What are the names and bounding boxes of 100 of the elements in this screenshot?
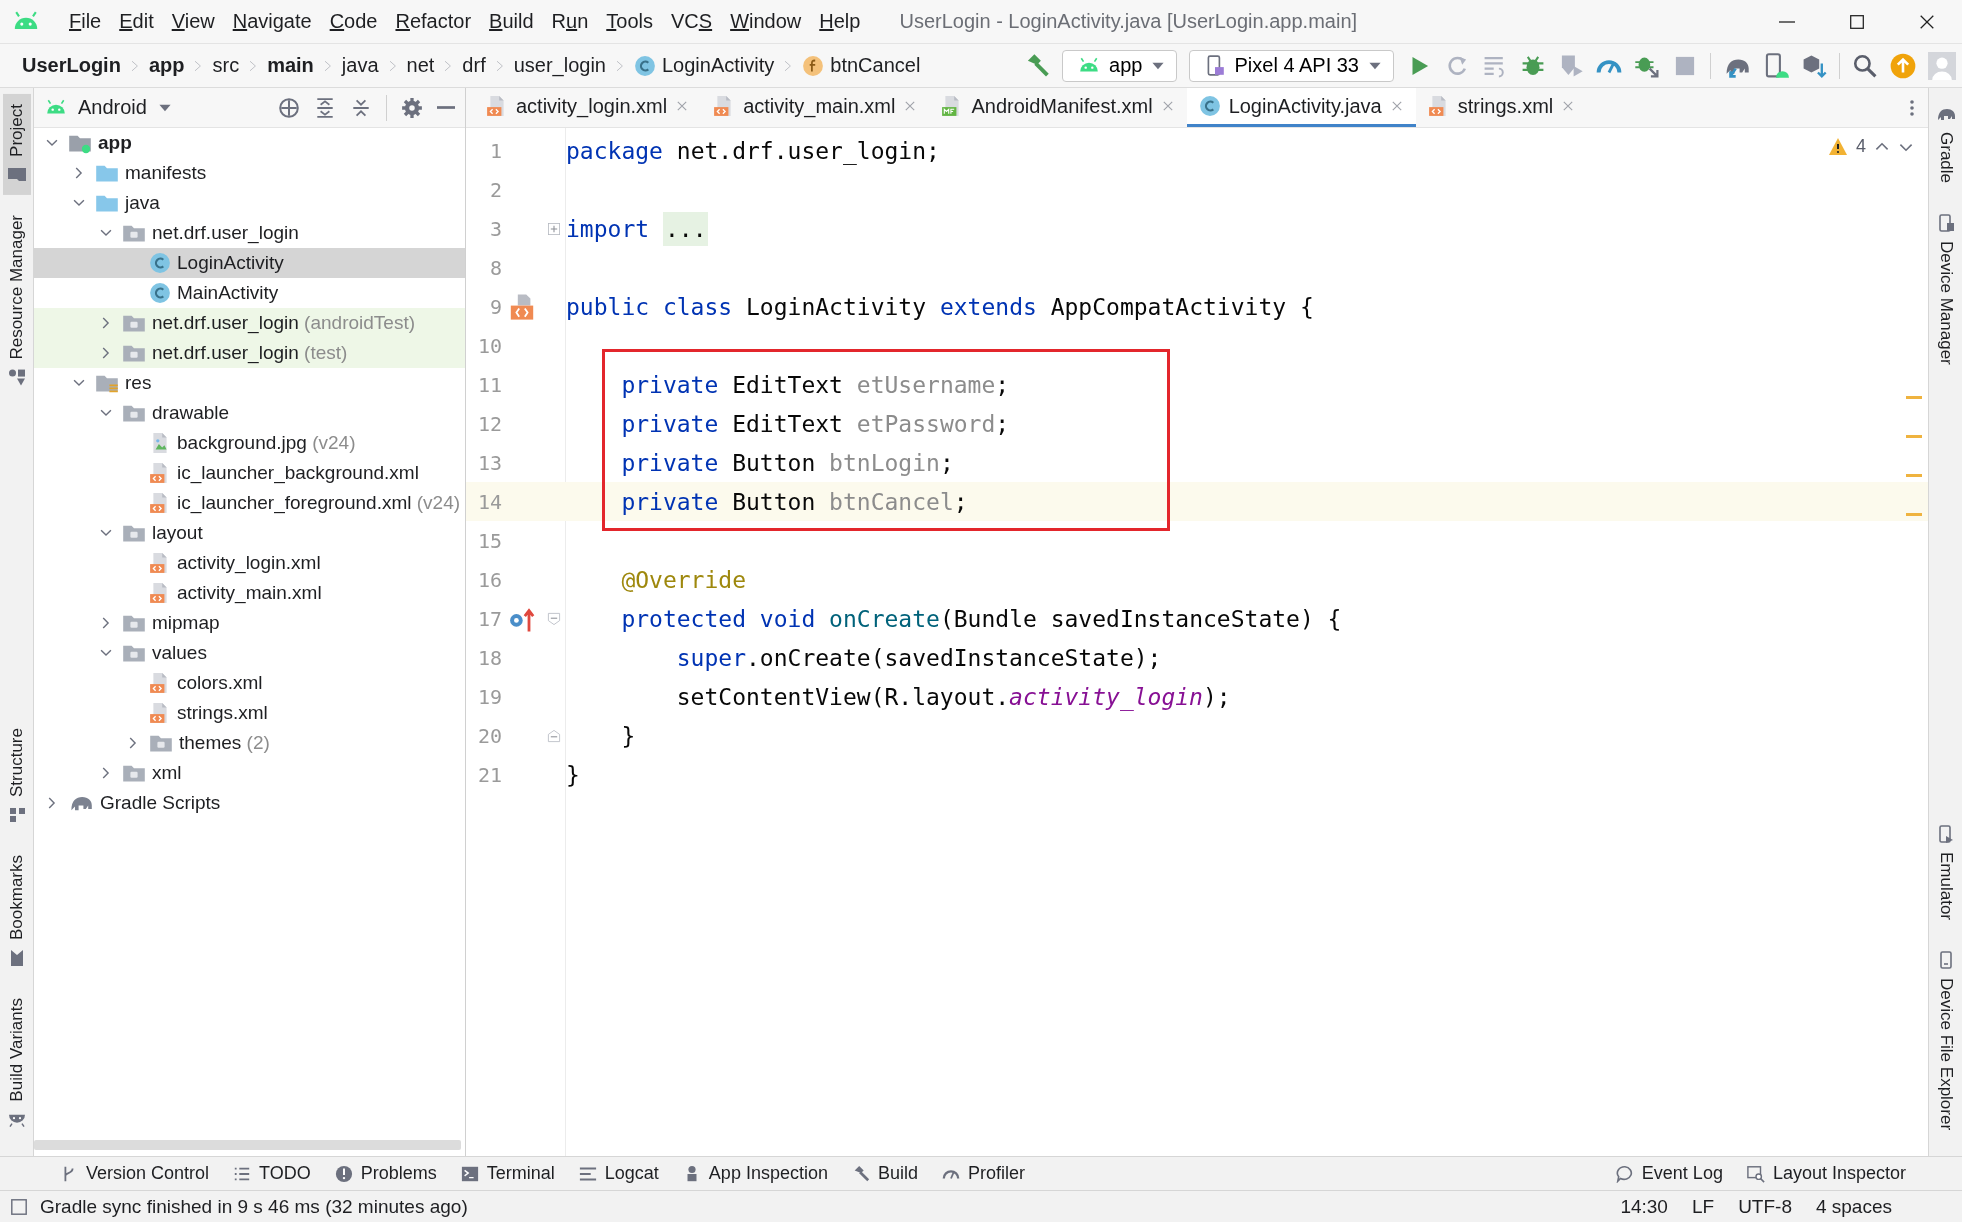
tree-item[interactable]: mipmap	[34, 608, 465, 638]
line-number: 20	[476, 723, 502, 748]
editor-tab[interactable]: activity_main.xml	[701, 88, 930, 127]
tool-window-button[interactable]: Event Log	[1603, 1161, 1735, 1186]
menu-item[interactable]: View	[162, 6, 224, 37]
tool-window-button[interactable]: Logcat	[566, 1161, 671, 1186]
breadcrumb[interactable]: main	[263, 52, 318, 79]
tool-window-button[interactable]: Problems	[322, 1161, 449, 1186]
tree-item[interactable]: colors.xml	[34, 668, 465, 698]
tree-item[interactable]: java	[34, 188, 465, 218]
view-selector[interactable]: Android	[44, 96, 173, 119]
menu-item[interactable]: VCS	[662, 6, 722, 37]
breadcrumb[interactable]: LoginActivity	[630, 52, 779, 79]
tree-item[interactable]: ic_launcher_foreground.xml (v24)	[34, 488, 465, 518]
breadcrumb[interactable]: UserLogin	[18, 52, 125, 79]
line-number: 15	[476, 528, 502, 553]
status-message[interactable]: Gradle sync finished in 9 s 46 ms (32 minutes ago)	[40, 1195, 468, 1218]
editor-tab[interactable]: AndroidManifest.xml	[929, 88, 1187, 127]
tool-window-tab[interactable]: Gradle	[1931, 94, 1960, 194]
dropdown[interactable]: app	[1062, 49, 1178, 82]
menu-item[interactable]: Navigate	[223, 6, 321, 37]
line-number: 2	[488, 177, 502, 202]
editor-tab[interactable]: strings.xml	[1415, 88, 1588, 127]
tool-window-button[interactable]: Terminal	[448, 1161, 567, 1186]
tree-item[interactable]: Gradle Scripts	[34, 788, 465, 818]
tree-item[interactable]: layout	[34, 518, 465, 548]
tree-item[interactable]: themes (2)	[34, 728, 465, 758]
tree-item[interactable]: values	[34, 638, 465, 668]
fold-icon[interactable]	[546, 610, 562, 627]
tree-item[interactable]: xml	[34, 758, 465, 788]
line-number: 19	[476, 684, 502, 709]
phone-android-icon[interactable]	[1763, 52, 1789, 79]
status-item[interactable]: UTF-8	[1738, 1195, 1792, 1218]
tool-window-tab[interactable]: Bookmarks	[2, 845, 31, 979]
breadcrumb[interactable]: app	[144, 52, 189, 79]
expand-all-icon[interactable]	[314, 96, 336, 119]
tree-item[interactable]: manifests	[34, 158, 465, 188]
tool-window-tab[interactable]: Build Variants	[2, 988, 31, 1140]
tool-window-tab[interactable]: Resource Manager	[2, 204, 31, 398]
tree-item[interactable]: net.drf.user_login (test)	[34, 338, 465, 368]
upload-icon[interactable]	[1890, 52, 1916, 79]
tree-item[interactable]: ic_launcher_background.xml	[34, 458, 465, 488]
menu-item[interactable]: Help	[810, 6, 870, 37]
tree-item[interactable]: app	[34, 128, 465, 158]
tree-item[interactable]: activity_login.xml	[34, 548, 465, 578]
warning-count[interactable]: 4	[1856, 136, 1866, 157]
status-item[interactable]: LF	[1691, 1195, 1715, 1218]
breadcrumb[interactable]: user_login	[509, 52, 610, 79]
tool-window-button[interactable]: Build	[839, 1161, 930, 1186]
breadcrumb[interactable]: net	[402, 52, 439, 79]
tool-window-tab[interactable]: Emulator	[1931, 813, 1960, 930]
breadcrumb[interactable]: drf	[458, 52, 490, 79]
maximize-icon	[1848, 12, 1866, 31]
tree-item[interactable]: net.drf.user_login	[34, 218, 465, 248]
tool-window-button[interactable]: Version Control	[48, 1161, 222, 1186]
dropdown[interactable]: Pixel 4 API 33	[1189, 49, 1394, 82]
menu-item[interactable]: Code	[320, 6, 387, 37]
code-line: private EditText etUsername;	[620, 371, 1010, 398]
tree-item[interactable]: strings.xml	[34, 698, 465, 728]
tree-item[interactable]: MainActivity	[34, 278, 465, 308]
tool-window-tab[interactable]: Structure	[2, 718, 31, 836]
code-line: super.onCreate(savedInstanceState);	[675, 644, 1162, 671]
breadcrumb[interactable]: btnCancel	[798, 52, 925, 79]
class-icon	[149, 282, 171, 304]
tree-item[interactable]: background.jpg (v24)	[34, 428, 465, 458]
tool-window-tab[interactable]: Device File Explorer	[1931, 939, 1960, 1140]
breadcrumb[interactable]: src	[208, 52, 244, 79]
menu-item[interactable]: Tools	[597, 6, 662, 37]
menu-item[interactable]: Run	[542, 6, 598, 37]
status-item[interactable]: 4 spaces	[1815, 1195, 1892, 1218]
menu-item[interactable]: File	[60, 6, 111, 37]
line-number: 9	[488, 294, 502, 319]
class-icon	[1198, 95, 1221, 117]
tool-window-button[interactable]: Layout Inspector	[1734, 1161, 1918, 1186]
breadcrumb[interactable]: java	[337, 52, 383, 79]
tree-item[interactable]: drawable	[34, 398, 465, 428]
menu-item[interactable]: Edit	[110, 6, 163, 37]
tool-window-button[interactable]: App Inspection	[670, 1161, 840, 1186]
menu-item[interactable]: Build	[480, 6, 543, 37]
tree-item[interactable]: activity_main.xml	[34, 578, 465, 608]
target-icon[interactable]	[278, 96, 300, 119]
line-number: 1	[488, 138, 502, 163]
tool-window-tab[interactable]: Project	[2, 94, 31, 195]
minimize-icon	[1779, 20, 1795, 23]
tool-window-button[interactable]: TODO	[221, 1161, 323, 1186]
tool-window-tab[interactable]: Device Manager	[1931, 203, 1960, 375]
gear-icon[interactable]	[401, 96, 423, 119]
panel-toggle-icon[interactable]	[10, 1197, 28, 1216]
tree-item[interactable]: res	[34, 368, 465, 398]
status-item[interactable]: 14:30	[1620, 1195, 1668, 1218]
editor-tab[interactable]: activity_login.xml	[474, 88, 702, 127]
line-number: 10	[476, 333, 502, 358]
search-icon[interactable]	[1852, 52, 1878, 79]
menu-item[interactable]: Refactor	[386, 6, 481, 37]
menu-item[interactable]: Window	[721, 6, 811, 37]
tool-window-button[interactable]: Profiler	[930, 1161, 1037, 1186]
editor-tab[interactable]: LoginActivity.java	[1186, 88, 1416, 127]
scrollbar[interactable]	[34, 1140, 461, 1150]
tree-item[interactable]: net.drf.user_login (androidTest)	[34, 308, 465, 338]
tree-item[interactable]: LoginActivity	[34, 248, 465, 278]
